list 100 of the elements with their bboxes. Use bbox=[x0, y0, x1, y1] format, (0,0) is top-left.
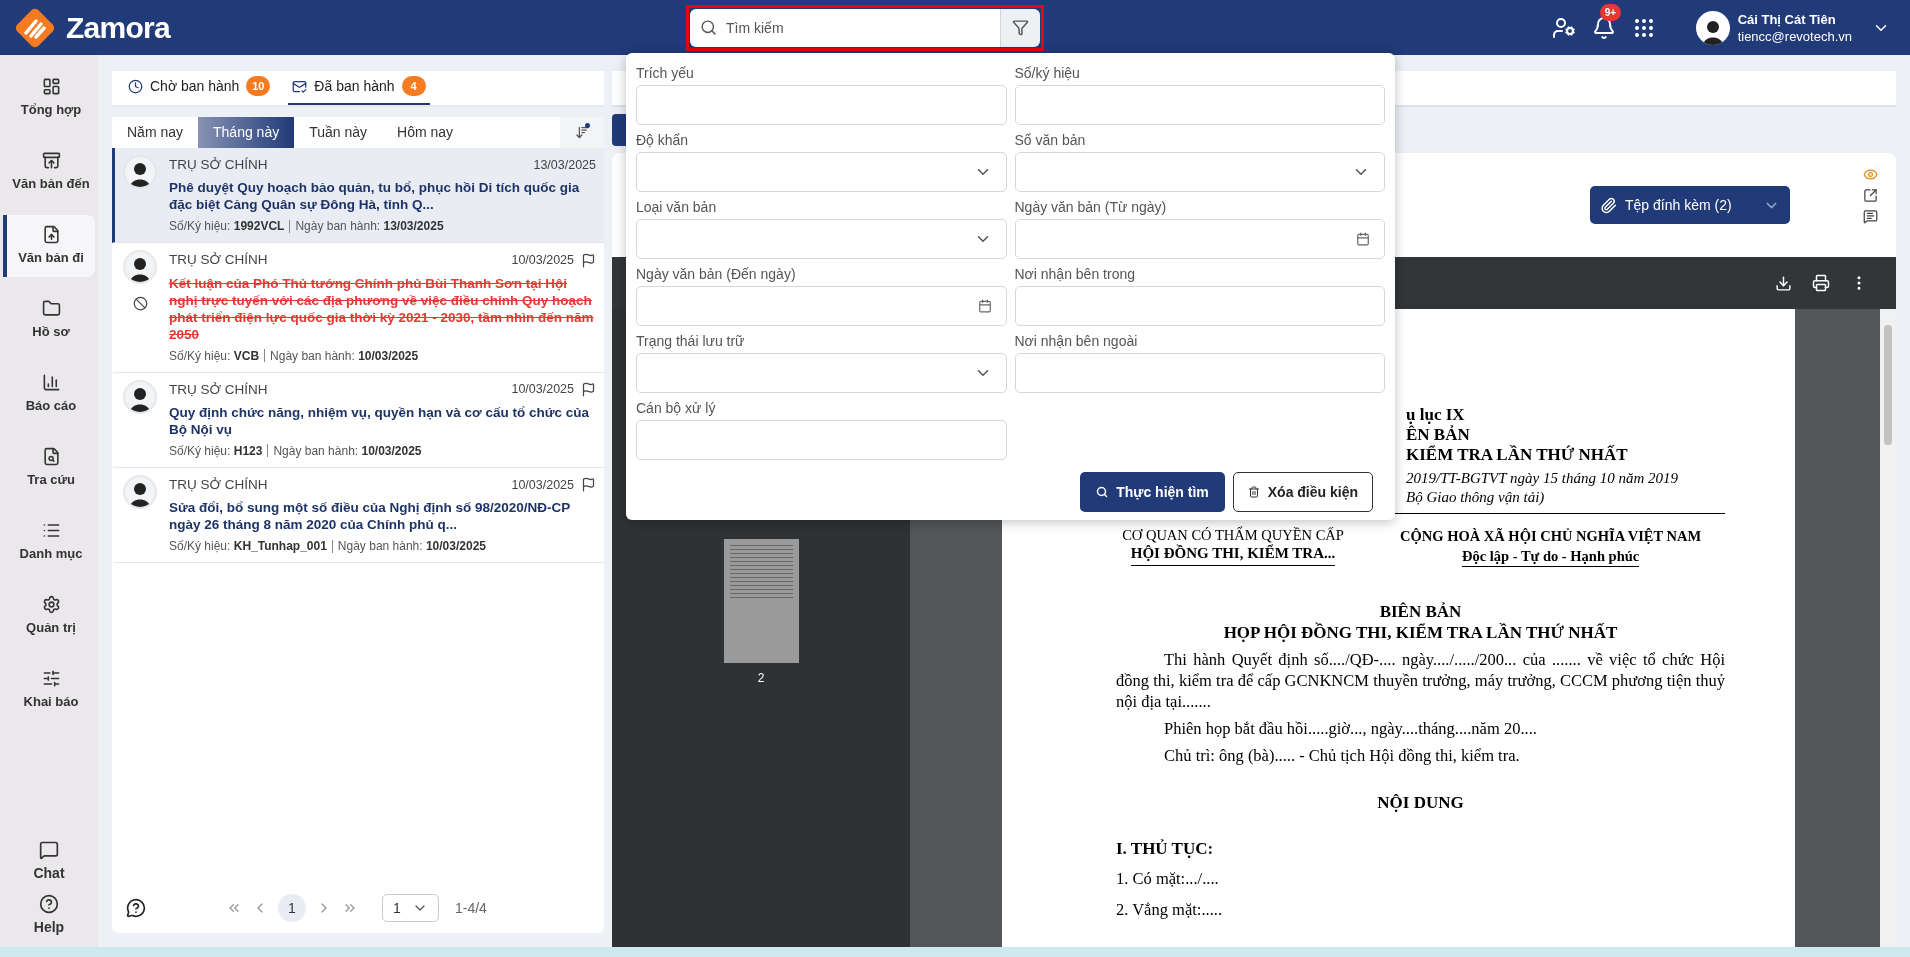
field-label: Nơi nhận bên ngoài bbox=[1014, 333, 1139, 349]
notification-bell-icon[interactable] bbox=[1591, 15, 1616, 40]
issue-date: Ngày ban hành: 10/03/2025 bbox=[337, 538, 486, 555]
input-field[interactable] bbox=[636, 85, 1007, 125]
notification-badge: 9+ bbox=[1599, 3, 1622, 21]
document-paragraph: Phiên họp bắt đầu hồi.....giờ..., ngày....tháng....năm 20.... bbox=[1163, 718, 1538, 739]
search-field[interactable]: Tìm kiếm bbox=[690, 8, 1000, 47]
avatar bbox=[123, 250, 157, 285]
field-label: Sổ văn bản bbox=[1014, 132, 1087, 148]
sidebar-item[interactable]: Khai báo bbox=[3, 659, 95, 721]
flag-icon[interactable] bbox=[581, 382, 596, 398]
document-date: 10/03/2025 bbox=[511, 476, 574, 494]
sidebar-item[interactable]: Văn bản đi bbox=[3, 215, 95, 277]
document-title: BIÊN BẢN bbox=[1379, 601, 1462, 622]
chart-icon bbox=[41, 372, 61, 392]
document-heading: NỘI DUNG bbox=[1376, 792, 1465, 814]
field-label: Trạng thái lưu trữ bbox=[636, 333, 746, 349]
sidebar-item[interactable]: Tra cứu bbox=[3, 437, 95, 499]
page-thumbnail[interactable] bbox=[723, 539, 799, 663]
organization-label: TRỤ SỞ CHÍNH bbox=[169, 251, 269, 270]
document-title: Sửa đổi, bổ sung một số điều của Nghị định số 98/2020/NĐ-CP ngày 26 tháng 8 năm 2020 của Chính phủ q... bbox=[169, 499, 572, 533]
input-field[interactable] bbox=[1014, 286, 1385, 326]
field-label: Ngày văn bản (Đến ngày) bbox=[636, 266, 797, 282]
clear-button[interactable]: Xóa điều kiện bbox=[1232, 472, 1373, 512]
sidebar-item[interactable]: Danh mục bbox=[3, 511, 95, 573]
download-icon[interactable] bbox=[1775, 274, 1792, 292]
flag-icon[interactable] bbox=[581, 252, 596, 268]
sidebar-item[interactable]: Quản trị bbox=[3, 585, 95, 647]
attachments-button[interactable]: Tệp đính kèm (2) bbox=[1590, 186, 1790, 224]
document-heading: ụ lục IX bbox=[1406, 405, 1465, 425]
expand-icon[interactable] bbox=[1863, 188, 1878, 203]
comment-icon[interactable] bbox=[1863, 209, 1878, 224]
sidebar-item[interactable]: Văn bản đến bbox=[3, 141, 95, 203]
eye-icon[interactable] bbox=[1863, 167, 1878, 182]
user-settings-icon[interactable] bbox=[1551, 15, 1576, 40]
document-title: HỌP HỘI ĐỒNG THI, KIỂM TRA LẦN THỨ NHẤT bbox=[1223, 622, 1618, 643]
period-tab[interactable]: Tuần này bbox=[294, 117, 383, 148]
search-icon bbox=[1096, 486, 1109, 498]
document-list-item[interactable]: TRỤ SỞ CHÍNH 13/03/2025 Phê duyệt Quy hoạch bảo quản, tu bổ, phục hồi Di tích quốc gia đặc biệt Cảng Quân sự Đông Hà, tỉnh Q... Số/Ký hiệu: 1992VCL Ngày ban hành: 13/03/2025 bbox=[112, 148, 604, 244]
help-icon bbox=[39, 894, 59, 914]
issue-date: Ngày ban hành: 10/03/2025 bbox=[273, 442, 422, 460]
document-number: Số/Ký hiệu: VCB bbox=[169, 347, 260, 365]
period-tab[interactable]: Năm nay bbox=[112, 117, 199, 148]
paperclip-icon bbox=[1600, 196, 1617, 214]
thumbnail-number: 2 bbox=[757, 670, 765, 687]
document-heading: ÊN BẢN bbox=[1406, 425, 1470, 445]
input-field[interactable] bbox=[636, 420, 1007, 460]
document-text: 2019/TT-BGTVT ngày 15 tháng 10 năm 2019 bbox=[1406, 469, 1678, 488]
document-heading: HỘI ĐỒNG THI, KIỂM TRA... bbox=[1130, 544, 1336, 566]
user-avatar[interactable] bbox=[1695, 10, 1730, 45]
select-field[interactable] bbox=[636, 219, 1007, 259]
field-label: Cán bộ xử lý bbox=[636, 400, 717, 416]
sidebar-item[interactable]: Tổng hợp bbox=[3, 67, 95, 129]
sort-button[interactable] bbox=[560, 117, 604, 148]
date-field[interactable] bbox=[1014, 219, 1385, 259]
avatar bbox=[123, 379, 157, 414]
period-tab[interactable]: Hôm nay bbox=[382, 117, 469, 148]
avatar bbox=[123, 474, 157, 509]
sidebar-item[interactable]: Hồ sơ bbox=[3, 289, 95, 351]
select-field[interactable] bbox=[1014, 152, 1385, 192]
field-label: Loại văn bản bbox=[636, 199, 718, 215]
print-icon[interactable] bbox=[1812, 274, 1830, 292]
document-paragraph: Thi hành Quyết định số..../QĐ-.... ngày..../...../200... của ....... về việc tổ chức Hội đồng thi, kiểm tra để cấp GCNKNCM thuyền trưởng, máy trưởng, CCCM phương tiện thuỷ nội địa tại....... bbox=[1116, 649, 1725, 712]
sidebar-item[interactable]: Báo cáo bbox=[3, 363, 95, 425]
sort-icon bbox=[574, 125, 590, 140]
tab[interactable]: Chờ ban hành 10 bbox=[124, 69, 275, 105]
document-text: 2. Vắng mặt:..... bbox=[1116, 898, 1224, 921]
document-number: Số/Ký hiệu: KH_Tunhap_001 bbox=[169, 538, 327, 555]
sidebar-item[interactable]: Help bbox=[3, 889, 95, 943]
filter-icon bbox=[1012, 19, 1029, 36]
select-field[interactable] bbox=[636, 152, 1007, 192]
document-paragraph: Chủ trì: ông (bà)..... - Chủ tịch Hội đồng thi, kiểm tra. bbox=[1163, 745, 1521, 766]
issue-date: Ngày ban hành: 10/03/2025 bbox=[270, 347, 419, 365]
input-field[interactable] bbox=[1014, 85, 1385, 125]
folder-icon bbox=[41, 298, 61, 318]
select-field[interactable] bbox=[636, 353, 1007, 393]
issue-date: Ngày ban hành: 13/03/2025 bbox=[295, 218, 444, 236]
input-field[interactable] bbox=[1014, 353, 1385, 393]
avatar bbox=[123, 155, 157, 189]
user-email: tiencc@revotech.vn bbox=[1737, 27, 1852, 45]
search-button[interactable]: Thực hiện tìm bbox=[1080, 472, 1225, 512]
document-title: Phê duyệt Quy hoạch bảo quản, tu bổ, phục hồi Di tích quốc gia đặc biệt Cảng Quân sự Đông Hà, tỉnh Q... bbox=[169, 179, 581, 214]
document-date: 10/03/2025 bbox=[511, 252, 574, 269]
field-label: Độ khẩn bbox=[636, 132, 690, 148]
filter-button[interactable] bbox=[1000, 8, 1040, 47]
period-tab[interactable]: Tháng này bbox=[198, 117, 295, 148]
dashboard-icon bbox=[41, 76, 61, 96]
document-title: Kết luận của Phó Thủ tướng Chính phủ Bùi Thanh Sơn tại Hội nghị trực tuyến với các địa phương về việc điều chỉnh Quy hoạch phát triển điện lực quốc gia thời kỳ 2021 - 2030, tầm nhìn đến năm 2050 bbox=[169, 274, 595, 343]
page-button[interactable]: 1 bbox=[278, 894, 306, 922]
document-number: Số/Ký hiệu: H123 bbox=[169, 442, 263, 460]
field-label: Ngày văn bản (Từ ngày) bbox=[1014, 199, 1168, 215]
date-field[interactable] bbox=[636, 286, 1007, 326]
help-message-icon[interactable] bbox=[126, 898, 146, 918]
organization-label: TRỤ SỞ CHÍNH bbox=[169, 380, 269, 399]
tab[interactable]: Đã ban hành 4 bbox=[288, 69, 430, 105]
calendar-icon bbox=[977, 299, 992, 313]
ban-icon bbox=[132, 296, 148, 312]
flag-icon[interactable] bbox=[581, 477, 596, 493]
sidebar-item[interactable]: Chat bbox=[3, 835, 95, 889]
page-size-select[interactable]: 1 bbox=[382, 894, 439, 922]
